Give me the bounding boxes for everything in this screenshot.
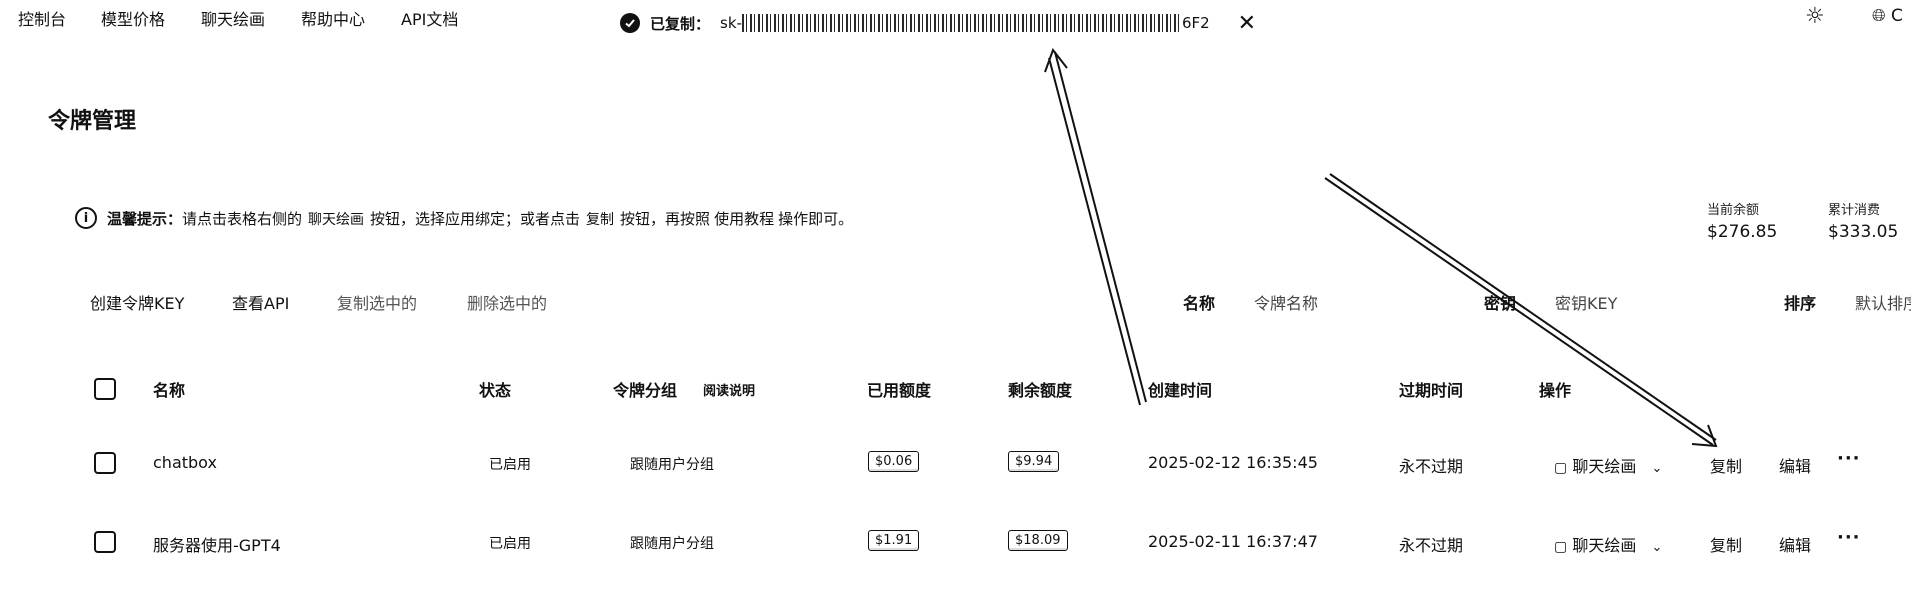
group-help-link[interactable]: 阅读说明 [703, 380, 755, 399]
copy-selected-button[interactable]: 复制选中的 [337, 290, 417, 314]
copy-button[interactable]: 复制 [1710, 532, 1742, 556]
tip-text-4: 操作即可。 [778, 209, 854, 228]
nav-item-pricing[interactable]: 模型价格 [101, 6, 165, 30]
group-value: 跟随用户分组 [630, 457, 714, 473]
theme-toggle-sun-icon[interactable]: ☼ [1805, 4, 1825, 29]
toast-key-value: sk- 6F2 [720, 14, 1210, 33]
check-circle-icon [620, 13, 640, 33]
language-label: C [1891, 6, 1903, 26]
header-used[interactable]: 已用额度 [867, 377, 931, 401]
row-checkbox[interactable] [94, 531, 116, 553]
info-icon: i [75, 207, 97, 229]
toast-copied-label: 已复制： [650, 14, 711, 33]
arrow-to-copy [1324, 173, 1718, 448]
chat-draw-button[interactable]: ▢ 聊天绘画 ⌄ [1554, 532, 1662, 556]
balance-value: $276.85 [1707, 222, 1778, 242]
delete-selected-button[interactable]: 删除选中的 [467, 290, 547, 314]
header-group: 令牌分组 [613, 381, 678, 400]
view-api-button[interactable]: 查看API [232, 290, 289, 314]
copy-button[interactable]: 复制 [1710, 453, 1742, 477]
nav-item-chat[interactable]: 聊天绘画 [201, 6, 265, 30]
create-token-button[interactable]: 创建令牌KEY [90, 290, 184, 314]
tip-copy-chip[interactable]: 复制 [586, 212, 614, 228]
nav-item-console[interactable]: 控制台 [18, 6, 66, 30]
balance-label: 当前余额 [1707, 203, 1760, 218]
copied-toast: 已复制： sk- 6F2 ✕ [620, 10, 1256, 36]
row-checkbox[interactable] [94, 452, 116, 474]
chevron-down-icon[interactable]: ⌄ [1651, 461, 1662, 476]
page-title: 令牌管理 [48, 109, 137, 134]
created-time: 2025-02-11 16:37:47 [1148, 532, 1318, 551]
select-all-checkbox[interactable] [94, 378, 116, 400]
toast-key-suffix: 6F2 [1181, 13, 1210, 32]
edit-button[interactable]: 编辑 [1779, 453, 1811, 477]
header-created[interactable]: 创建时间 [1148, 377, 1212, 401]
chat-icon: ▢ [1554, 539, 1568, 555]
header-actions: 操作 [1539, 381, 1572, 400]
name-filter-input[interactable]: 令牌名称 [1254, 290, 1318, 314]
header-remaining[interactable]: 剩余额度 [1008, 377, 1072, 401]
close-icon[interactable]: ✕ [1238, 11, 1256, 36]
obscured-key [741, 14, 1182, 33]
name-filter-label: 名称 [1183, 294, 1216, 313]
status-badge[interactable]: 已启用 [489, 533, 531, 553]
language-selector[interactable]: 🌐︎ C [1872, 6, 1903, 26]
group-value: 跟随用户分组 [630, 536, 714, 552]
arrow-to-toast [1044, 47, 1147, 406]
sort-select[interactable]: 默认排序 [1855, 290, 1911, 314]
token-name: 服务器使用-GPT4 [153, 536, 281, 555]
sort-label: 排序 [1784, 294, 1817, 313]
spent-value: $333.05 [1828, 222, 1899, 242]
globe-icon: 🌐︎ [1872, 6, 1886, 26]
page: 控制台 模型价格 聊天绘画 帮助中心 API文档 ☼ 🌐︎ C 已复制： sk-… [0, 0, 1911, 590]
remaining-quota: $9.94 [1008, 451, 1060, 472]
tip-text-2: 按钮，选择应用绑定；或者点击 [370, 209, 581, 228]
edit-button[interactable]: 编辑 [1779, 532, 1811, 556]
chat-draw-label: 聊天绘画 [1572, 536, 1637, 555]
nav-item-help[interactable]: 帮助中心 [301, 6, 365, 30]
tip-text-3: 按钮，再按照 [620, 209, 711, 228]
more-icon[interactable]: ··· [1837, 448, 1861, 469]
created-time: 2025-02-12 16:35:45 [1148, 453, 1318, 472]
chevron-down-icon[interactable]: ⌄ [1651, 540, 1662, 555]
header-status[interactable]: 状态 [479, 377, 511, 401]
status-badge[interactable]: 已启用 [489, 454, 531, 474]
tip-banner: i 温馨提示：请点击表格右侧的 聊天绘画 按钮，选择应用绑定；或者点击 复制 按钮，再按… [75, 207, 853, 229]
used-quota: $0.06 [868, 451, 920, 472]
tip-chat-chip[interactable]: 聊天绘画 [308, 212, 364, 228]
key-filter-input[interactable]: 密钥KEY [1555, 290, 1617, 314]
spent-label: 累计消费 [1828, 203, 1881, 218]
chat-draw-label: 聊天绘画 [1572, 457, 1637, 476]
used-quota: $1.91 [868, 530, 920, 551]
header-expires[interactable]: 过期时间 [1399, 377, 1463, 401]
tip-text-1: 请点击表格右侧的 [182, 209, 303, 228]
tip-label: 温馨提示： [107, 209, 183, 228]
tip-tutorial-link[interactable]: 使用教程 [714, 210, 774, 228]
toast-key-prefix: sk- [720, 13, 742, 32]
expires-value: 永不过期 [1399, 536, 1464, 555]
expires-value: 永不过期 [1399, 457, 1464, 476]
key-filter-label: 密钥 [1484, 294, 1517, 313]
chat-draw-button[interactable]: ▢ 聊天绘画 ⌄ [1554, 453, 1662, 477]
header-name[interactable]: 名称 [153, 377, 185, 401]
token-name: chatbox [153, 453, 217, 472]
remaining-quota: $18.09 [1008, 530, 1068, 551]
chat-icon: ▢ [1554, 460, 1568, 476]
more-icon[interactable]: ··· [1837, 527, 1861, 548]
nav-item-api-docs[interactable]: API文档 [401, 6, 458, 30]
